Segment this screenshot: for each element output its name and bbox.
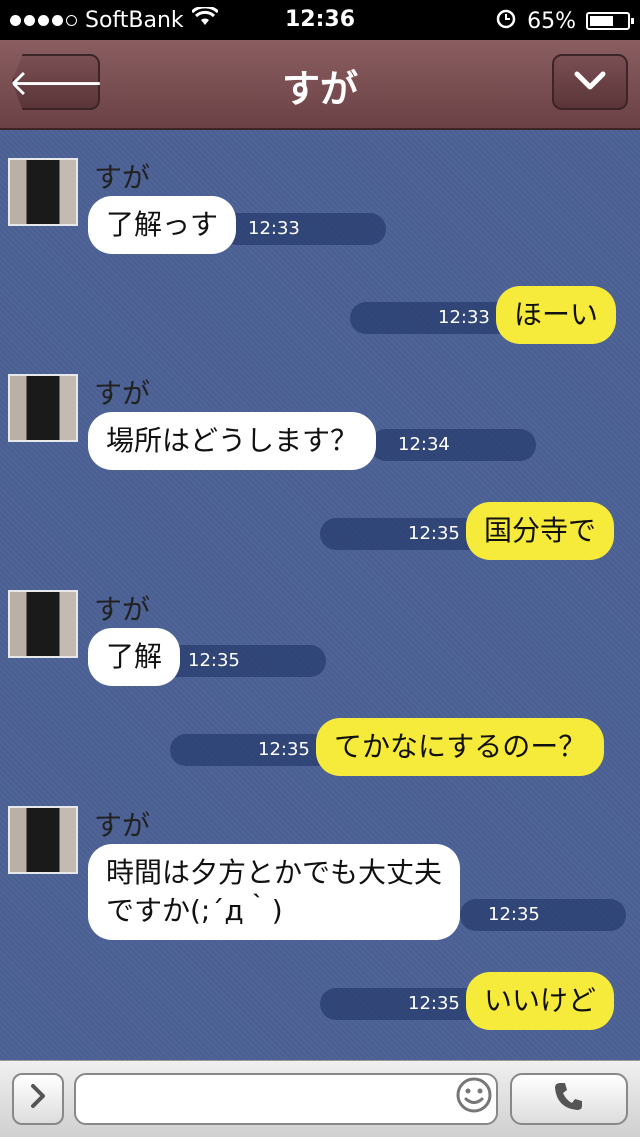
message-time: 12:35: [160, 645, 326, 677]
status-right: 65%: [495, 7, 634, 35]
expand-button[interactable]: [12, 1073, 64, 1125]
message-bubble-outgoing[interactable]: ほーい: [496, 286, 617, 344]
message-time: 12:34: [370, 429, 536, 461]
message-bubble-incoming[interactable]: 時間は夕方とかでも大丈夫 ですか(;´д｀): [88, 844, 461, 940]
chevron-down-icon: [573, 65, 607, 100]
phone-icon: [552, 1079, 586, 1120]
message-bubble-outgoing[interactable]: いいけど: [466, 972, 615, 1030]
message-bubble-outgoing[interactable]: 国分寺で: [466, 502, 615, 560]
message-bubble-incoming[interactable]: 了解: [88, 628, 181, 686]
message-bubble-incoming[interactable]: 場所はどうします？: [88, 412, 377, 470]
menu-button[interactable]: [552, 54, 628, 110]
battery-icon: [586, 12, 634, 30]
message-time: 12:33: [350, 302, 516, 334]
avatar[interactable]: [8, 806, 78, 874]
call-button[interactable]: [510, 1073, 628, 1125]
alarm-icon: [495, 7, 517, 35]
message-time: 12:35: [320, 988, 486, 1020]
smiley-icon: [455, 1076, 493, 1123]
sender-name: すが: [94, 809, 151, 842]
avatar[interactable]: [8, 158, 78, 226]
battery-fill: [590, 16, 613, 26]
status-bar: SoftBank 12:36 65%: [0, 0, 640, 40]
message-time: 12:35: [320, 518, 486, 550]
chat-area[interactable]: すが 12:33 了解っす 12:33 ほーい すが 12:34 場所はどうしま…: [0, 130, 640, 1060]
emoji-button[interactable]: [454, 1077, 494, 1119]
message-time: 12:35: [460, 899, 626, 931]
chevron-right-icon: [29, 1083, 47, 1116]
message-input-bar: [0, 1060, 640, 1137]
sender-name: すが: [94, 161, 151, 194]
message-input[interactable]: [74, 1073, 498, 1125]
avatar[interactable]: [8, 374, 78, 442]
message-time: 12:33: [220, 213, 386, 245]
sender-name: すが: [94, 377, 151, 410]
message-bubble-incoming[interactable]: 了解っす: [88, 196, 237, 254]
nav-bar: 🡐 すが: [0, 40, 640, 130]
chat-title: すが: [281, 67, 358, 111]
avatar[interactable]: [8, 590, 78, 658]
battery-percentage: 65%: [527, 8, 576, 34]
sender-name: すが: [94, 593, 151, 626]
message-bubble-outgoing[interactable]: てかなにするのー？: [316, 718, 605, 776]
message-time: 12:35: [170, 734, 336, 766]
